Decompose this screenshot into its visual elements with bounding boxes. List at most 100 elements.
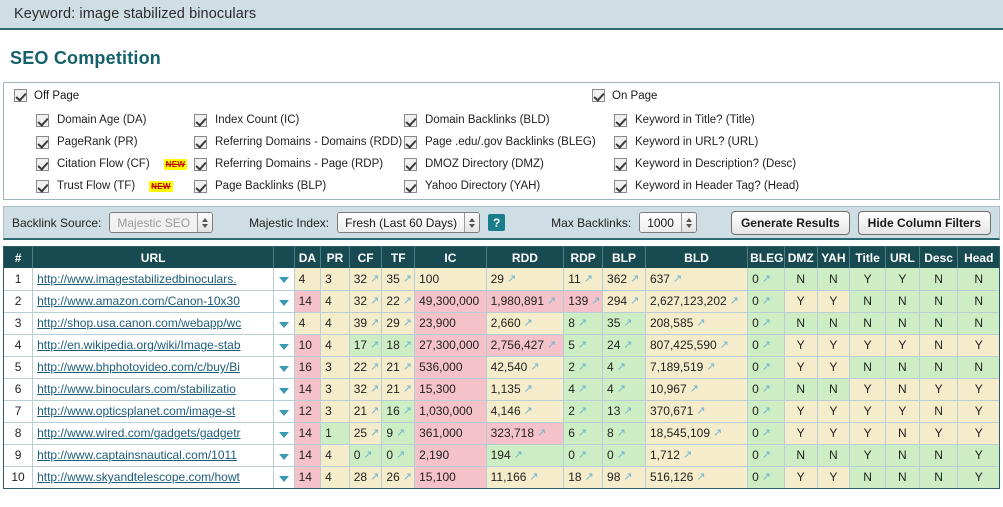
trend-arrow-icon[interactable]: ↗ — [762, 338, 771, 351]
trend-arrow-icon[interactable]: ↗ — [363, 448, 372, 461]
table-row[interactable]: 2 http://www.amazon.com/Canon-10x30 14 4 32 ↗… — [4, 290, 999, 313]
trend-arrow-icon[interactable]: ↗ — [370, 382, 379, 395]
on-page-group-toggle[interactable]: On Page — [592, 89, 657, 102]
stepper-icon[interactable] — [197, 213, 213, 232]
result-url-link[interactable]: http://www.wired.com/gadgets/gadgetr — [37, 426, 240, 440]
trend-arrow-icon[interactable]: ↗ — [370, 338, 379, 351]
max-backlinks-select[interactable]: 1000 — [639, 212, 697, 233]
row-menu-button[interactable] — [273, 378, 295, 401]
filter-item-pr[interactable]: PageRank (PR) — [36, 131, 187, 153]
table-row[interactable]: 8 http://www.wired.com/gadgets/gadgetr 14 1… — [4, 422, 999, 445]
checkbox-icon[interactable] — [404, 135, 417, 149]
chevron-down-icon[interactable] — [278, 343, 289, 350]
trend-arrow-icon[interactable]: ↗ — [370, 404, 379, 417]
col-header-pr[interactable]: PR — [320, 247, 350, 268]
result-url-link[interactable]: http://www.binoculars.com/stabilizatio — [37, 382, 236, 396]
result-url-link[interactable]: http://www.skyandtelescope.com/howt — [37, 470, 240, 484]
trend-arrow-icon[interactable]: ↗ — [578, 426, 587, 439]
trend-arrow-icon[interactable]: ↗ — [730, 294, 739, 307]
hide-column-filters-button[interactable]: Hide Column Filters — [857, 210, 991, 235]
trend-arrow-icon[interactable]: ↗ — [623, 338, 632, 351]
filter-item-bleg[interactable]: Page .edu/.gov Backlinks (BLEG) — [404, 131, 596, 153]
table-row[interactable]: 5 http://www.bhphotovideo.com/c/buy/Bi 16 3… — [4, 356, 999, 379]
filter-item-head[interactable]: Keyword in Header Tag? (Head) — [614, 175, 799, 197]
trend-arrow-icon[interactable]: ↗ — [762, 382, 771, 395]
row-menu-button[interactable] — [273, 400, 295, 423]
trend-arrow-icon[interactable]: ↗ — [623, 470, 632, 483]
result-url-link[interactable]: http://shop.usa.canon.com/webapp/wc — [37, 316, 241, 330]
result-url-link[interactable]: http://www.bhphotovideo.com/c/buy/Bi — [37, 360, 240, 374]
chevron-down-icon[interactable] — [278, 277, 289, 284]
checkbox-icon[interactable] — [14, 89, 27, 102]
filter-item-desc[interactable]: Keyword in Description? (Desc) — [614, 153, 799, 175]
trend-arrow-icon[interactable]: ↗ — [690, 382, 699, 395]
trend-arrow-icon[interactable]: ↗ — [370, 470, 379, 483]
col-header-rdd[interactable]: RDD — [486, 247, 565, 268]
checkbox-icon[interactable] — [614, 135, 627, 149]
trend-arrow-icon[interactable]: ↗ — [396, 448, 405, 461]
majestic-index-select[interactable]: Fresh (Last 60 Days) — [337, 212, 481, 233]
trend-arrow-icon[interactable]: ↗ — [578, 360, 587, 373]
chevron-down-icon[interactable] — [278, 475, 289, 482]
trend-arrow-icon[interactable]: ↗ — [578, 448, 587, 461]
stepper-icon[interactable] — [464, 213, 480, 232]
checkbox-icon[interactable] — [404, 179, 417, 193]
trend-arrow-icon[interactable]: ↗ — [585, 470, 594, 483]
trend-arrow-icon[interactable]: ↗ — [706, 360, 715, 373]
trend-arrow-icon[interactable]: ↗ — [514, 448, 523, 461]
filter-item-rdd[interactable]: Referring Domains - Domains (RDD) — [194, 131, 402, 153]
chevron-down-icon[interactable] — [278, 453, 289, 460]
col-header-head[interactable]: Head — [957, 247, 999, 268]
checkbox-icon[interactable] — [614, 157, 627, 171]
col-header-da[interactable]: DA — [294, 247, 322, 268]
col-header-bld[interactable]: BLD — [645, 247, 749, 268]
trend-arrow-icon[interactable]: ↗ — [507, 272, 516, 285]
row-menu-button[interactable] — [273, 334, 295, 357]
result-url-link[interactable]: http://www.imagestabilizedbinoculars. — [37, 272, 236, 286]
help-icon[interactable]: ? — [488, 214, 506, 231]
row-menu-button[interactable] — [273, 422, 295, 445]
checkbox-icon[interactable] — [404, 157, 417, 171]
chevron-down-icon[interactable] — [278, 365, 289, 372]
row-menu-button[interactable] — [273, 290, 295, 313]
result-url-link[interactable]: http://www.opticsplanet.com/image-st — [37, 404, 235, 418]
trend-arrow-icon[interactable]: ↗ — [578, 404, 587, 417]
trend-arrow-icon[interactable]: ↗ — [591, 294, 600, 307]
result-url-link[interactable]: http://en.wikipedia.org/wiki/Image-stab — [37, 338, 240, 352]
checkbox-icon[interactable] — [614, 179, 627, 193]
table-row[interactable]: 9 http://www.captainsnautical.com/1011 14 4… — [4, 444, 999, 467]
checkbox-icon[interactable] — [194, 179, 207, 193]
trend-arrow-icon[interactable]: ↗ — [403, 360, 412, 373]
trend-arrow-icon[interactable]: ↗ — [630, 272, 639, 285]
col-header-url[interactable]: URL — [32, 247, 275, 268]
col-header-bleg[interactable]: BLEG — [747, 247, 785, 268]
trend-arrow-icon[interactable]: ↗ — [630, 294, 639, 307]
chevron-down-icon[interactable] — [278, 409, 289, 416]
trend-arrow-icon[interactable]: ↗ — [762, 470, 771, 483]
trend-arrow-icon[interactable]: ↗ — [696, 404, 705, 417]
chevron-down-icon[interactable] — [278, 431, 289, 438]
col-header-index[interactable]: # — [4, 247, 34, 268]
table-row[interactable]: 1 http://www.imagestabilizedbinoculars. 4 3… — [4, 268, 999, 291]
trend-arrow-icon[interactable]: ↗ — [403, 272, 412, 285]
checkbox-icon[interactable] — [194, 135, 207, 149]
trend-arrow-icon[interactable]: ↗ — [762, 404, 771, 417]
filter-item-bld[interactable]: Domain Backlinks (BLD) — [404, 109, 596, 131]
result-url-link[interactable]: http://www.amazon.com/Canon-10x30 — [37, 294, 240, 308]
trend-arrow-icon[interactable]: ↗ — [403, 316, 412, 329]
row-menu-button[interactable] — [273, 268, 295, 291]
trend-arrow-icon[interactable]: ↗ — [762, 448, 771, 461]
trend-arrow-icon[interactable]: ↗ — [524, 404, 533, 417]
trend-arrow-icon[interactable]: ↗ — [370, 316, 379, 329]
trend-arrow-icon[interactable]: ↗ — [403, 338, 412, 351]
row-menu-button[interactable] — [273, 466, 295, 488]
col-header-title[interactable]: Title — [849, 247, 886, 268]
trend-arrow-icon[interactable]: ↗ — [578, 382, 587, 395]
trend-arrow-icon[interactable]: ↗ — [578, 316, 587, 329]
trend-arrow-icon[interactable]: ↗ — [370, 360, 379, 373]
filter-item-cf[interactable]: Citation Flow (CF) NEW — [36, 153, 188, 175]
filter-item-rdp[interactable]: Referring Domains - Page (RDP) — [194, 153, 402, 175]
trend-arrow-icon[interactable]: ↗ — [617, 382, 626, 395]
table-row[interactable]: 4 http://en.wikipedia.org/wiki/Image-stab… — [4, 334, 999, 357]
trend-arrow-icon[interactable]: ↗ — [524, 316, 533, 329]
